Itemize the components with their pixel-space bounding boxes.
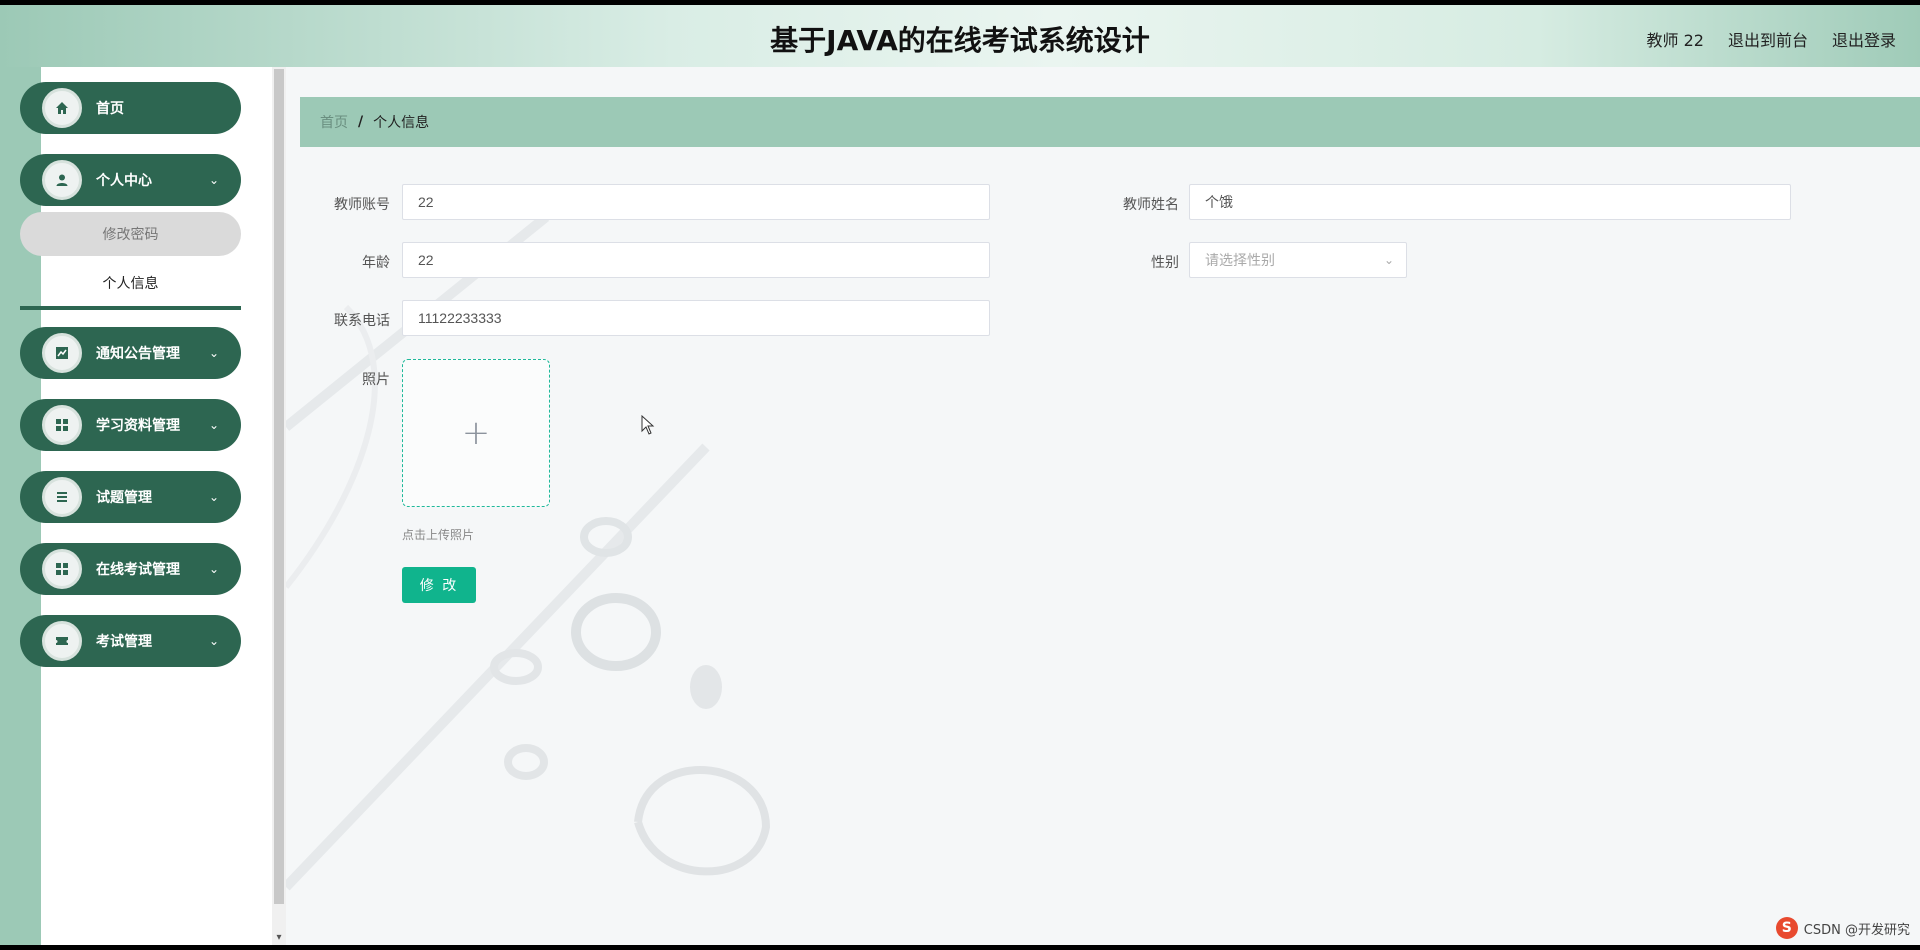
- sidebar-scrollbar[interactable]: ▾: [272, 67, 286, 945]
- gender-select[interactable]: 请选择性别 ⌄: [1189, 242, 1407, 278]
- list-icon: [42, 477, 82, 517]
- chevron-down-icon: ⌄: [208, 634, 219, 648]
- scroll-down-arrow-icon[interactable]: ▾: [272, 932, 286, 943]
- sidebar-item-label: 个人中心: [96, 173, 152, 189]
- top-header: 基于JAVA的在线考试系统设计 教师 22 退出到前台 退出登录: [0, 5, 1920, 67]
- page-title: 基于JAVA的在线考试系统设计: [770, 24, 1150, 57]
- home-icon: [42, 88, 82, 128]
- sidebar-subitem-profile[interactable]: 个人信息: [20, 260, 241, 310]
- breadcrumb-separator: /: [358, 114, 364, 130]
- exit-to-front-link[interactable]: 退出到前台: [1728, 27, 1808, 51]
- upload-hint: 点击上传照片: [402, 528, 475, 542]
- grid-icon: [42, 549, 82, 589]
- watermark-text: CSDN @开发研究: [1803, 922, 1910, 938]
- ticket-icon: [42, 621, 82, 661]
- sidebar-item-study-material-management[interactable]: 学习资料管理 ⌄: [20, 399, 241, 451]
- header-links: 教师 22 退出到前台 退出登录: [1647, 27, 1896, 51]
- user-icon: [42, 160, 82, 200]
- photo-upload-area[interactable]: +: [402, 359, 550, 507]
- logout-link[interactable]: 退出登录: [1832, 27, 1896, 51]
- name-field[interactable]: 个饿: [1189, 184, 1791, 220]
- phone-label: 联系电话: [334, 313, 390, 329]
- gender-label: 性别: [1151, 255, 1179, 271]
- chevron-down-icon: ⌄: [208, 346, 219, 360]
- sidebar-subitem-label: 个人信息: [102, 276, 159, 292]
- grid-icon: [42, 405, 82, 445]
- account-field[interactable]: 22: [402, 184, 990, 220]
- submit-modify-button[interactable]: 修 改: [402, 567, 476, 603]
- age-label: 年龄: [362, 255, 390, 271]
- scrollbar-thumb[interactable]: [274, 69, 284, 904]
- chevron-down-icon: ⌄: [208, 490, 219, 504]
- sidebar-item-question-management[interactable]: 试题管理 ⌄: [20, 471, 241, 523]
- chevron-down-icon: ⌄: [208, 418, 219, 432]
- mouse-cursor-icon: [641, 415, 655, 435]
- name-label: 教师姓名: [1123, 197, 1179, 213]
- photo-label: 照片: [362, 372, 390, 388]
- sidebar-item-home[interactable]: 首页: [20, 82, 241, 134]
- sidebar-subitem-label: 修改密码: [102, 227, 159, 243]
- age-field[interactable]: 22: [402, 242, 990, 278]
- sidebar-item-label: 首页: [96, 101, 124, 117]
- sidebar-item-label: 学习资料管理: [96, 418, 180, 434]
- csdn-logo-icon: S: [1775, 917, 1798, 939]
- sidebar-item-online-exam-management[interactable]: 在线考试管理 ⌄: [20, 543, 241, 595]
- sidebar-subitem-change-password[interactable]: 修改密码: [20, 212, 241, 256]
- current-user-label[interactable]: 教师 22: [1647, 27, 1704, 51]
- sidebar-item-label: 在线考试管理: [96, 562, 180, 578]
- watermark: S CSDN @开发研究: [1775, 917, 1910, 939]
- breadcrumb-home-link[interactable]: 首页: [320, 112, 348, 132]
- chart-icon: [42, 333, 82, 373]
- main-content: 首页 / 个人信息 教师账号 22 教师姓名 个饿 年龄 22 性别 请选择性别…: [286, 67, 1920, 945]
- chevron-down-icon: ⌄: [208, 562, 219, 576]
- gender-placeholder: 请选择性别: [1205, 252, 1275, 268]
- breadcrumb: 首页 / 个人信息: [300, 97, 1920, 147]
- sidebar-item-personal-center[interactable]: 个人中心 ⌄: [20, 154, 241, 206]
- chevron-down-icon: ⌄: [1383, 253, 1394, 267]
- breadcrumb-current: 个人信息: [373, 115, 430, 131]
- sidebar-item-label: 考试管理: [96, 634, 152, 650]
- plus-icon: +: [461, 413, 491, 453]
- sidebar-item-label: 通知公告管理: [96, 346, 180, 362]
- account-label: 教师账号: [334, 197, 390, 213]
- sidebar-item-exam-management[interactable]: 考试管理 ⌄: [20, 615, 241, 667]
- chevron-down-icon: ⌄: [208, 173, 219, 187]
- sidebar-item-label: 试题管理: [96, 490, 152, 506]
- sidebar-item-notice-management[interactable]: 通知公告管理 ⌄: [20, 327, 241, 379]
- app-window: 基于JAVA的在线考试系统设计 教师 22 退出到前台 退出登录 首页 个人中心…: [0, 5, 1920, 945]
- phone-field[interactable]: 11122233333: [402, 300, 990, 336]
